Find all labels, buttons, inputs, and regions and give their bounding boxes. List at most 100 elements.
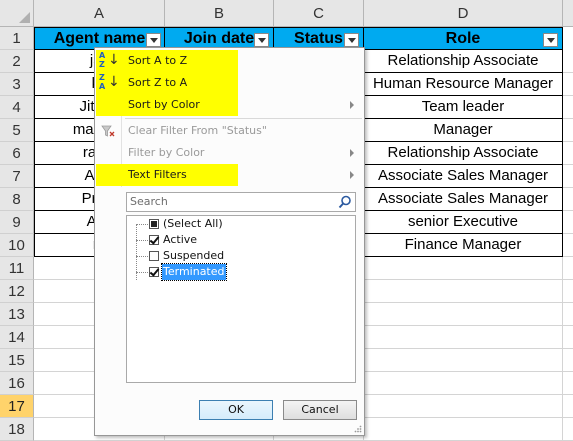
row-header-7[interactable]: 7 (0, 165, 34, 188)
tree-line (136, 272, 148, 273)
column-header-c[interactable]: C (274, 0, 364, 27)
cell-d18[interactable] (364, 418, 563, 441)
column-header-a[interactable]: A (34, 0, 165, 27)
cell-e12[interactable] (563, 280, 573, 303)
cell-d2[interactable]: Relationship Associate (364, 50, 563, 73)
header-label: Agent name (53, 30, 146, 47)
row-header-16[interactable]: 16 (0, 372, 34, 395)
cell-d12[interactable] (364, 280, 563, 303)
tree-line (136, 240, 148, 241)
cell-d8[interactable]: Associate Sales Manager (364, 188, 563, 211)
row-header-13[interactable]: 13 (0, 303, 34, 326)
cell-e13[interactable] (563, 303, 573, 326)
row-header-18[interactable]: 18 (0, 418, 34, 441)
row-header-4[interactable]: 4 (0, 96, 34, 119)
header-cell-d[interactable]: Role (364, 27, 563, 50)
cell-d13[interactable] (364, 303, 563, 326)
cell-e4[interactable] (563, 96, 573, 119)
menu-sort-by-color[interactable]: Sort by Color (96, 94, 354, 116)
list-item-label: Suspended (163, 249, 225, 262)
cell-d17[interactable] (364, 395, 563, 418)
cell-e2[interactable] (563, 50, 573, 73)
cell-d14[interactable] (364, 326, 563, 349)
row-header-8[interactable]: 8 (0, 188, 34, 211)
list-item-label: Active (163, 233, 198, 246)
row-header-1[interactable]: 1 (0, 27, 34, 50)
cell-e16[interactable] (563, 372, 573, 395)
submenu-arrow-icon (350, 101, 354, 109)
cell-e5[interactable] (563, 119, 573, 142)
text-filters-label: Text Filters (128, 168, 187, 181)
tree-line (136, 224, 148, 225)
sort-descending-icon: Z A ↓ (99, 73, 120, 91)
search-placeholder: Search (130, 195, 168, 208)
row-header-5[interactable]: 5 (0, 119, 34, 142)
cell-e9[interactable] (563, 211, 573, 234)
cell-d15[interactable] (364, 349, 563, 372)
cell-e10[interactable] (563, 234, 573, 257)
cell-d3[interactable]: Human Resource Manager (364, 73, 563, 96)
search-input[interactable]: Search (126, 192, 356, 212)
row-header-3[interactable]: 3 (0, 73, 34, 96)
clear-filter-icon (101, 125, 115, 137)
cell-d11[interactable] (364, 257, 563, 280)
cell-e17[interactable] (563, 395, 573, 418)
row-header-14[interactable]: 14 (0, 326, 34, 349)
cell-d5[interactable]: Manager (364, 119, 563, 142)
cell-e14[interactable] (563, 326, 573, 349)
checkbox-select-all[interactable] (149, 219, 159, 229)
filter-by-color-label: Filter by Color (128, 146, 205, 159)
filter-dropdown-button[interactable] (254, 33, 269, 47)
cell-d9[interactable]: senior Executive (364, 211, 563, 234)
checkbox-active[interactable] (149, 235, 159, 245)
cell-e3[interactable] (563, 73, 573, 96)
list-item-label: Terminated (161, 263, 227, 281)
menu-sort-a-to-z[interactable]: A Z ↓ Sort A to Z (96, 50, 238, 72)
row-header-10[interactable]: 10 (0, 234, 34, 257)
menu-clear-filter[interactable]: Clear Filter From "Status" (96, 120, 363, 142)
cell-d16[interactable] (364, 372, 563, 395)
header-label: Join date (183, 30, 255, 47)
submenu-arrow-icon (350, 149, 354, 157)
cell-e15[interactable] (563, 349, 573, 372)
row-header-11[interactable]: 11 (0, 257, 34, 280)
submenu-arrow-icon (350, 171, 354, 179)
row-header-17[interactable]: 17 (0, 395, 34, 418)
menu-text-filters[interactable]: Text Filters (96, 164, 238, 186)
row-header-9[interactable]: 9 (0, 211, 34, 234)
resize-grip-icon[interactable] (354, 425, 362, 433)
cell-d7[interactable]: Associate Sales Manager (364, 165, 563, 188)
cell-d4[interactable]: Team leader (364, 96, 563, 119)
filter-value-list[interactable]: (Select All) Active Suspended Terminated (126, 215, 356, 383)
header-label: Status (294, 30, 343, 47)
search-icon (338, 195, 351, 209)
column-header-b[interactable]: B (165, 0, 274, 27)
cell-e6[interactable] (563, 142, 573, 165)
list-item-label: (Select All) (163, 217, 223, 230)
cell-e8[interactable] (563, 188, 573, 211)
cell-d10[interactable]: Finance Manager (364, 234, 563, 257)
column-header-d[interactable]: D (364, 0, 563, 27)
checkbox-suspended[interactable] (149, 251, 159, 261)
sort-a-to-z-label: Sort A to Z (128, 54, 188, 67)
menu-filter-by-color[interactable]: Filter by Color (96, 142, 363, 164)
cancel-button[interactable]: Cancel (283, 400, 357, 420)
filter-menu: A Z ↓ Sort A to Z Z A ↓ Sort Z to A Sort by … (94, 47, 365, 436)
cell-e11[interactable] (563, 257, 573, 280)
column-header-e[interactable] (563, 0, 573, 27)
row-header-12[interactable]: 12 (0, 280, 34, 303)
checkbox-terminated[interactable] (149, 267, 159, 277)
filter-dropdown-button[interactable] (146, 33, 161, 47)
ok-button[interactable]: OK (199, 400, 273, 420)
cell-d6[interactable]: Relationship Associate (364, 142, 563, 165)
menu-sort-z-to-a[interactable]: Z A ↓ Sort Z to A (96, 72, 238, 94)
sort-ascending-icon: A Z ↓ (99, 51, 120, 69)
cell-e7[interactable] (563, 165, 573, 188)
row-header-2[interactable]: 2 (0, 50, 34, 73)
filter-dropdown-button[interactable] (543, 33, 558, 47)
row-header-6[interactable]: 6 (0, 142, 34, 165)
row-header-15[interactable]: 15 (0, 349, 34, 372)
filter-dropdown-button[interactable] (344, 33, 359, 47)
cell-e18[interactable] (563, 418, 573, 441)
select-all-corner[interactable] (0, 0, 34, 27)
